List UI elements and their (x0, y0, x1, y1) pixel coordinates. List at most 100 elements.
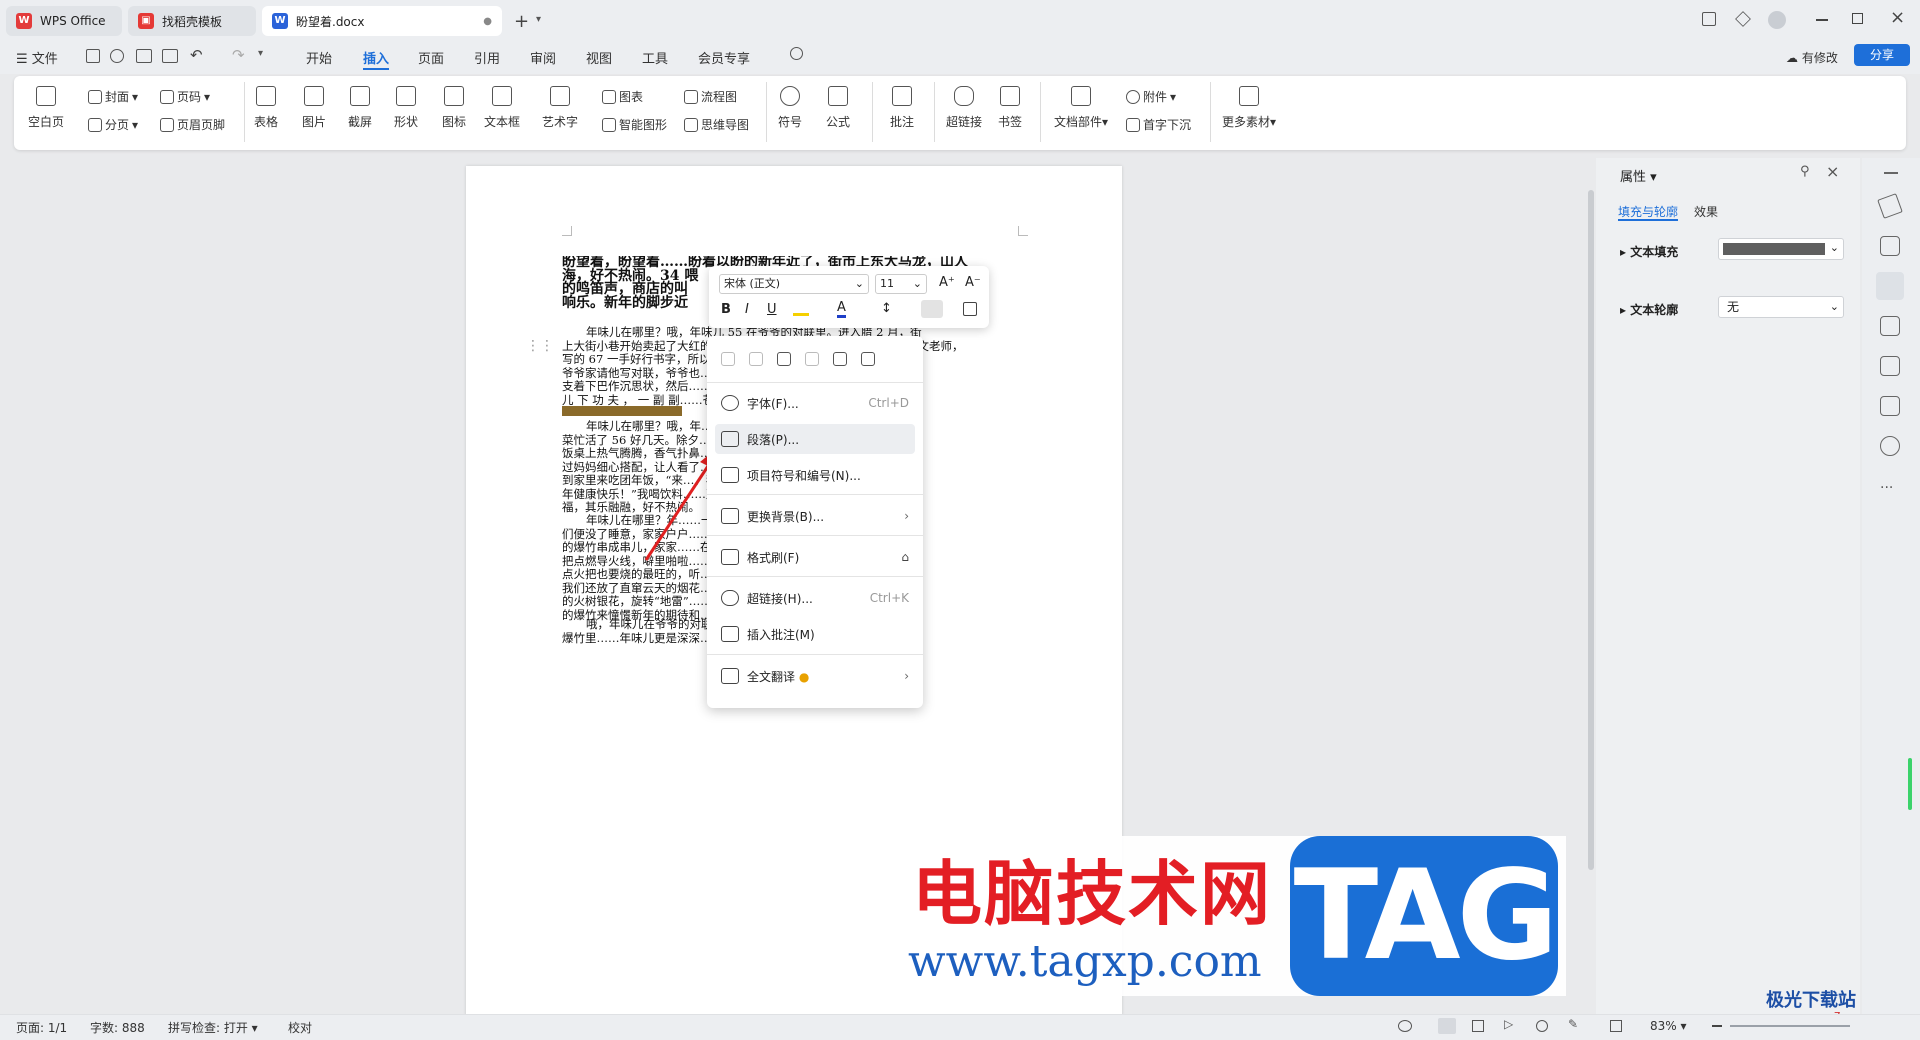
header-footer-button[interactable]: 页眉页脚 (160, 116, 225, 133)
picture-button[interactable]: 图片 (302, 86, 326, 130)
minimize-icon[interactable] (1816, 19, 1828, 21)
font-color-icon[interactable]: A (837, 300, 846, 318)
blank-page-button[interactable]: 空白页 (28, 86, 64, 130)
eraser-icon[interactable] (963, 302, 977, 316)
attachment-button[interactable]: 附件 ▾ (1126, 88, 1176, 105)
text-outline-select[interactable]: 无 ⌄ (1718, 296, 1844, 318)
more-icon[interactable]: ··· (1880, 480, 1893, 496)
more-material-button[interactable]: 更多素材▾ (1222, 86, 1276, 130)
page-break-button[interactable]: 分页 ▾ (88, 116, 138, 133)
menu-view[interactable]: 视图 (586, 48, 612, 67)
save-icon[interactable] (86, 49, 100, 63)
menu-item-bullets[interactable]: 项目符号和编号(N)... (715, 460, 915, 490)
drop-cap-button[interactable]: 首字下沉 (1126, 116, 1191, 133)
grow-font-icon[interactable]: A⁺ (939, 275, 955, 290)
eye-icon[interactable] (1398, 1020, 1412, 1032)
menu-review[interactable]: 审阅 (530, 48, 556, 67)
undo-icon[interactable]: ↶ (190, 46, 203, 64)
scrollbar-thumb[interactable] (1588, 190, 1594, 870)
zoom-slider[interactable] (1730, 1025, 1850, 1027)
italic-icon[interactable]: I (745, 302, 749, 317)
doc-parts-button[interactable]: 文档部件▾ (1054, 86, 1108, 130)
icon-button[interactable]: 图标 (442, 86, 466, 130)
page-view-icon[interactable] (1438, 1018, 1456, 1034)
page-number-button[interactable]: 页码 ▾ (160, 88, 210, 105)
drag-handle-icon[interactable]: ⋮⋮ (526, 338, 554, 354)
menu-item-background[interactable]: 更换背景(B)... › (715, 501, 915, 531)
restore-icon[interactable] (1852, 13, 1863, 24)
menu-tools[interactable]: 工具 (642, 48, 668, 67)
play-icon[interactable]: ▷ (1504, 1017, 1513, 1031)
highlight-icon[interactable] (793, 302, 809, 316)
close-icon[interactable]: × (1890, 7, 1905, 28)
web-view-icon[interactable] (1536, 1020, 1548, 1032)
textbox-button[interactable]: 文本框 (484, 86, 520, 130)
file-menu[interactable]: ☰ 文件 (16, 48, 58, 67)
select-pointer-icon[interactable] (1880, 236, 1900, 256)
wordart-button[interactable]: 艺术字 (542, 86, 578, 130)
comment-button[interactable]: 批注 (890, 86, 914, 130)
menu-item-format-painter[interactable]: 格式刷(F) ⌂ (715, 542, 915, 572)
paste-text-icon[interactable] (833, 352, 847, 366)
formula-button[interactable]: 公式 (826, 86, 850, 130)
paste-format-icon[interactable] (861, 352, 875, 366)
chart-button[interactable]: 图表 (602, 88, 643, 105)
shape-button[interactable]: 形状 (394, 86, 418, 130)
bold-icon[interactable]: B (721, 302, 731, 317)
menu-insert[interactable]: 插入 (363, 48, 389, 67)
inline-image[interactable] (562, 406, 682, 416)
fit-page-icon[interactable] (1610, 1020, 1622, 1032)
has-changes-indicator[interactable]: ☁ 有修改 (1786, 49, 1838, 66)
zoom-level[interactable]: 83% ▾ (1650, 1019, 1687, 1033)
tab-document[interactable]: W 盼望着.docx ● (262, 6, 502, 36)
tab-fill-outline[interactable]: 填充与轮廓 (1618, 203, 1678, 220)
text-outline-section[interactable]: ▸ 文本轮廓 (1620, 301, 1678, 318)
collapse-icon[interactable] (1884, 172, 1898, 174)
menu-item-translate[interactable]: 全文翻译 ● › (715, 661, 915, 691)
tab-close-dot-icon[interactable]: ● (483, 16, 492, 27)
export-icon[interactable] (110, 49, 124, 63)
tab-list-chevron-icon[interactable]: ▾ (536, 14, 541, 25)
spell-check[interactable]: 拼写检查: 打开 ▾ (168, 1019, 258, 1036)
flowchart-button[interactable]: 流程图 (684, 88, 737, 105)
menu-member[interactable]: 会员专享 (698, 48, 750, 67)
zoom-out-icon[interactable] (1712, 1025, 1722, 1027)
table-button[interactable]: 表格 (254, 86, 278, 130)
redo-icon[interactable]: ↷ (232, 46, 245, 64)
mindmap-button[interactable]: 思维导图 (684, 116, 749, 133)
edit-pen-icon[interactable]: ✎ (1568, 1017, 1578, 1031)
bookmark-button[interactable]: 书签 (998, 86, 1022, 130)
tab-wps-office[interactable]: W WPS Office (6, 6, 122, 36)
search-icon[interactable] (790, 47, 803, 60)
cover-button[interactable]: 封面 ▾ (88, 88, 138, 105)
style-icon[interactable] (1880, 316, 1900, 336)
menu-item-insert-comment[interactable]: 插入批注(M) (715, 619, 915, 649)
hyperlink-button[interactable]: 超链接 (946, 86, 982, 130)
menu-item-paragraph[interactable]: 段落(P)... (715, 424, 915, 454)
page-indicator[interactable]: 页面: 1/1 (16, 1019, 67, 1036)
print-preview-icon[interactable] (162, 49, 178, 63)
share-button[interactable]: 分享 (1854, 44, 1910, 66)
shrink-font-icon[interactable]: A⁻ (965, 275, 981, 290)
line-spacing-icon[interactable]: ↕ (881, 301, 892, 316)
cut-icon[interactable] (749, 352, 763, 366)
underline-icon[interactable]: U (767, 302, 777, 317)
paste-icon[interactable] (777, 352, 791, 366)
proofread-button[interactable]: 校对 (288, 1019, 312, 1036)
pin-icon[interactable]: ⚲ (1800, 164, 1810, 179)
panel-title[interactable]: 属性 ▾ (1620, 166, 1657, 185)
copy-icon[interactable] (721, 352, 735, 366)
tab-effect[interactable]: 效果 (1694, 203, 1718, 220)
font-size-select[interactable]: 11 ⌄ (875, 274, 927, 294)
print-icon[interactable] (136, 49, 152, 63)
text-fill-section[interactable]: ▸ 文本填充 (1620, 243, 1678, 260)
screenshot-button[interactable]: 截屏 (348, 86, 372, 130)
book-icon[interactable] (1880, 396, 1900, 416)
menu-item-hyperlink[interactable]: 超链接(H)... Ctrl+K (715, 583, 915, 613)
tools-icon[interactable] (1880, 356, 1900, 376)
help-icon[interactable] (1880, 436, 1900, 456)
symbol-button[interactable]: 符号 (778, 86, 802, 130)
align-icon[interactable] (921, 300, 943, 318)
smart-graphic-button[interactable]: 智能图形 (602, 116, 667, 133)
avatar[interactable] (1768, 11, 1786, 29)
